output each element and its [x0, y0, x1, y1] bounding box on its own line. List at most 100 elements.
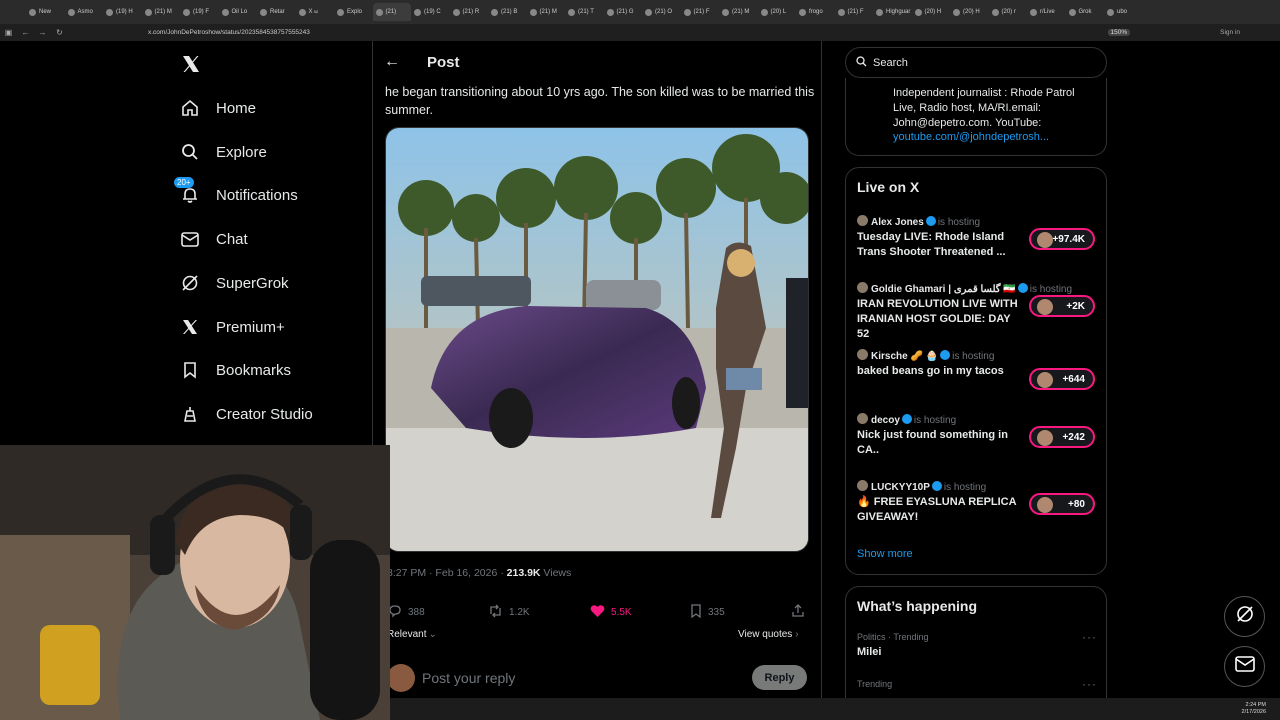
sidebar-item-explore[interactable]: Explore [180, 138, 267, 166]
zoom-indicator[interactable]: 150% [1107, 29, 1131, 36]
search-placeholder: Search [873, 56, 908, 69]
browser-tab[interactable]: (20) H [912, 3, 951, 21]
reload-icon[interactable]: ↻ [51, 28, 68, 37]
browser-tab[interactable]: (21) O [642, 3, 681, 21]
notifications-badge: 20+ [174, 177, 194, 188]
tab-favicon-icon [221, 8, 229, 16]
browser-tab[interactable]: Oil Lo [219, 3, 258, 21]
browser-tab[interactable]: (21) M [527, 3, 566, 21]
sidebar-item-chat[interactable]: Chat [180, 225, 248, 253]
browser-tab[interactable]: (21) R [450, 3, 489, 21]
sidebar-item-bookmarks[interactable]: Bookmarks [180, 356, 291, 384]
repost-button[interactable]: 1.2K [488, 604, 530, 621]
bookmark-button[interactable]: 335 [690, 604, 725, 621]
sidebar-item-creator-studio[interactable]: Creator Studio [180, 400, 313, 428]
trend-context: Trending [857, 679, 893, 689]
tab-label: Grok [1078, 9, 1092, 15]
browser-tab[interactable]: (21) G [604, 3, 643, 21]
live-title: baked beans go in my tacos [857, 365, 1004, 377]
tab-label: r/Live [1040, 9, 1055, 15]
views-count: 213.9K [506, 567, 541, 579]
bio-link[interactable]: youtube.com/@johndepetrosh... [893, 131, 1049, 143]
tab-favicon-icon [760, 8, 768, 16]
tab-label: (21) O [655, 9, 673, 15]
browser-tab[interactable]: (21) F [835, 3, 874, 21]
sidebar-item-premium[interactable]: Premium+ [180, 313, 285, 341]
live-listeners-badge[interactable]: +97.4K [1029, 228, 1095, 250]
browser-tab[interactable]: (21) B [488, 3, 527, 21]
tab-favicon-icon [568, 8, 575, 16]
browser-tab[interactable]: (19) C [411, 3, 450, 21]
avatar [1037, 430, 1053, 446]
browser-tab[interactable]: (19) F [180, 3, 219, 21]
browser-tab[interactable]: (21) M [142, 3, 181, 21]
tab-favicon-icon [298, 8, 306, 16]
more-options-icon[interactable]: ··· [1082, 630, 1097, 644]
browser-tab[interactable]: (21) T [565, 3, 604, 21]
sidebar-item-supergrok[interactable]: SuperGrok [180, 269, 289, 297]
reply-input[interactable]: Post your reply [422, 670, 515, 686]
browser-tab[interactable]: Explo [334, 3, 373, 21]
sidebar-toggle-icon[interactable]: ▣ [0, 28, 17, 37]
show-more-link[interactable]: Show more [857, 548, 913, 560]
reply-button[interactable]: 388 [388, 604, 425, 621]
grok-button[interactable] [1224, 596, 1265, 637]
back-icon[interactable]: ← [17, 28, 34, 37]
browser-tab[interactable]: Grok [1066, 3, 1105, 21]
sort-dropdown[interactable]: Relevant ⌄ [387, 629, 437, 640]
tab-label: (20) H [963, 9, 980, 15]
live-listeners-badge[interactable]: +80 [1029, 493, 1095, 515]
live-listeners-badge[interactable]: +644 [1029, 368, 1095, 390]
like-button[interactable]: 5.5K [590, 604, 632, 621]
x-logo-icon [180, 317, 200, 337]
browser-tab[interactable]: (21) M [719, 3, 758, 21]
post-image[interactable] [385, 127, 809, 552]
reply-submit-button[interactable]: Reply [752, 665, 807, 690]
back-arrow-icon[interactable]: ← [384, 53, 400, 71]
browser-tab[interactable]: (19) H [103, 3, 142, 21]
tab-favicon-icon [914, 8, 922, 16]
browser-tab[interactable]: Asmo [65, 3, 104, 21]
view-quotes-link[interactable]: View quotes › [738, 629, 799, 640]
forward-icon[interactable]: → [34, 28, 51, 37]
browser-tab[interactable]: New [26, 3, 65, 21]
trend-item[interactable]: Politics · Trending Milei ··· [857, 630, 1097, 668]
browser-tab[interactable]: ubo [1104, 3, 1143, 21]
search-input[interactable]: Search [845, 47, 1107, 78]
live-item[interactable]: Goldie Ghamari | گلسا قمری 🇮🇷 is hosting I… [857, 279, 1097, 340]
browser-tab[interactable]: Retar [257, 3, 296, 21]
live-listeners-badge[interactable]: +242 [1029, 426, 1095, 448]
taskbar-clock[interactable]: 2:24 PM 2/17/2026 [1242, 702, 1266, 716]
hosting-label: is hosting [937, 217, 981, 228]
browser-tab[interactable]: (20) r [989, 3, 1028, 21]
x-logo-icon[interactable] [181, 54, 201, 74]
live-item[interactable]: LUCKYY10P is hosting 🔥 FREE EYASLUNA REPLI… [857, 477, 1097, 537]
browser-tab[interactable]: Highguar [873, 3, 912, 21]
browser-tab[interactable]: (21) F [681, 3, 720, 21]
tab-label: Oil Lo [231, 9, 248, 15]
live-listeners-badge[interactable]: +2K [1029, 295, 1095, 317]
browser-tab[interactable]: (20) H [950, 3, 989, 21]
browser-tab[interactable]: (20) L [758, 3, 797, 21]
messages-button[interactable] [1224, 646, 1265, 687]
tab-label: (21) F [847, 9, 864, 15]
more-options-icon[interactable]: ··· [1082, 677, 1097, 691]
live-item[interactable]: decoy is hosting Nick just found something… [857, 410, 1097, 470]
browser-tab[interactable]: (21) [372, 3, 411, 21]
url-field[interactable]: x.com/JohnDePetroshow/status/20235845387… [148, 29, 310, 36]
browser-tab[interactable]: frogo [796, 3, 835, 21]
sidebar-item-home[interactable]: Home [180, 94, 256, 122]
browser-address-bar: ▣ ← → ↻ x.com/JohnDePetroshow/status/202… [0, 24, 1280, 41]
signin-button[interactable]: Sign in [1220, 29, 1240, 36]
share-icon[interactable] [791, 604, 805, 623]
live-item[interactable]: Alex Jones is hosting Tuesday LIVE: Rhode … [857, 212, 1097, 272]
browser-tab[interactable]: X ಟ [296, 3, 335, 21]
live-item[interactable]: Kirsche 🥜 🧁 is hosting baked beans go in m… [857, 346, 1097, 406]
tab-label: (20) r [1001, 9, 1016, 15]
tab-label: (21) M [154, 9, 172, 15]
sidebar-item-notifications[interactable]: 20+ Notifications [174, 177, 298, 209]
tab-favicon-icon [183, 8, 190, 16]
tab-favicon-icon [837, 8, 845, 16]
avatar [857, 215, 868, 227]
browser-tab[interactable]: r/Live [1027, 3, 1066, 21]
